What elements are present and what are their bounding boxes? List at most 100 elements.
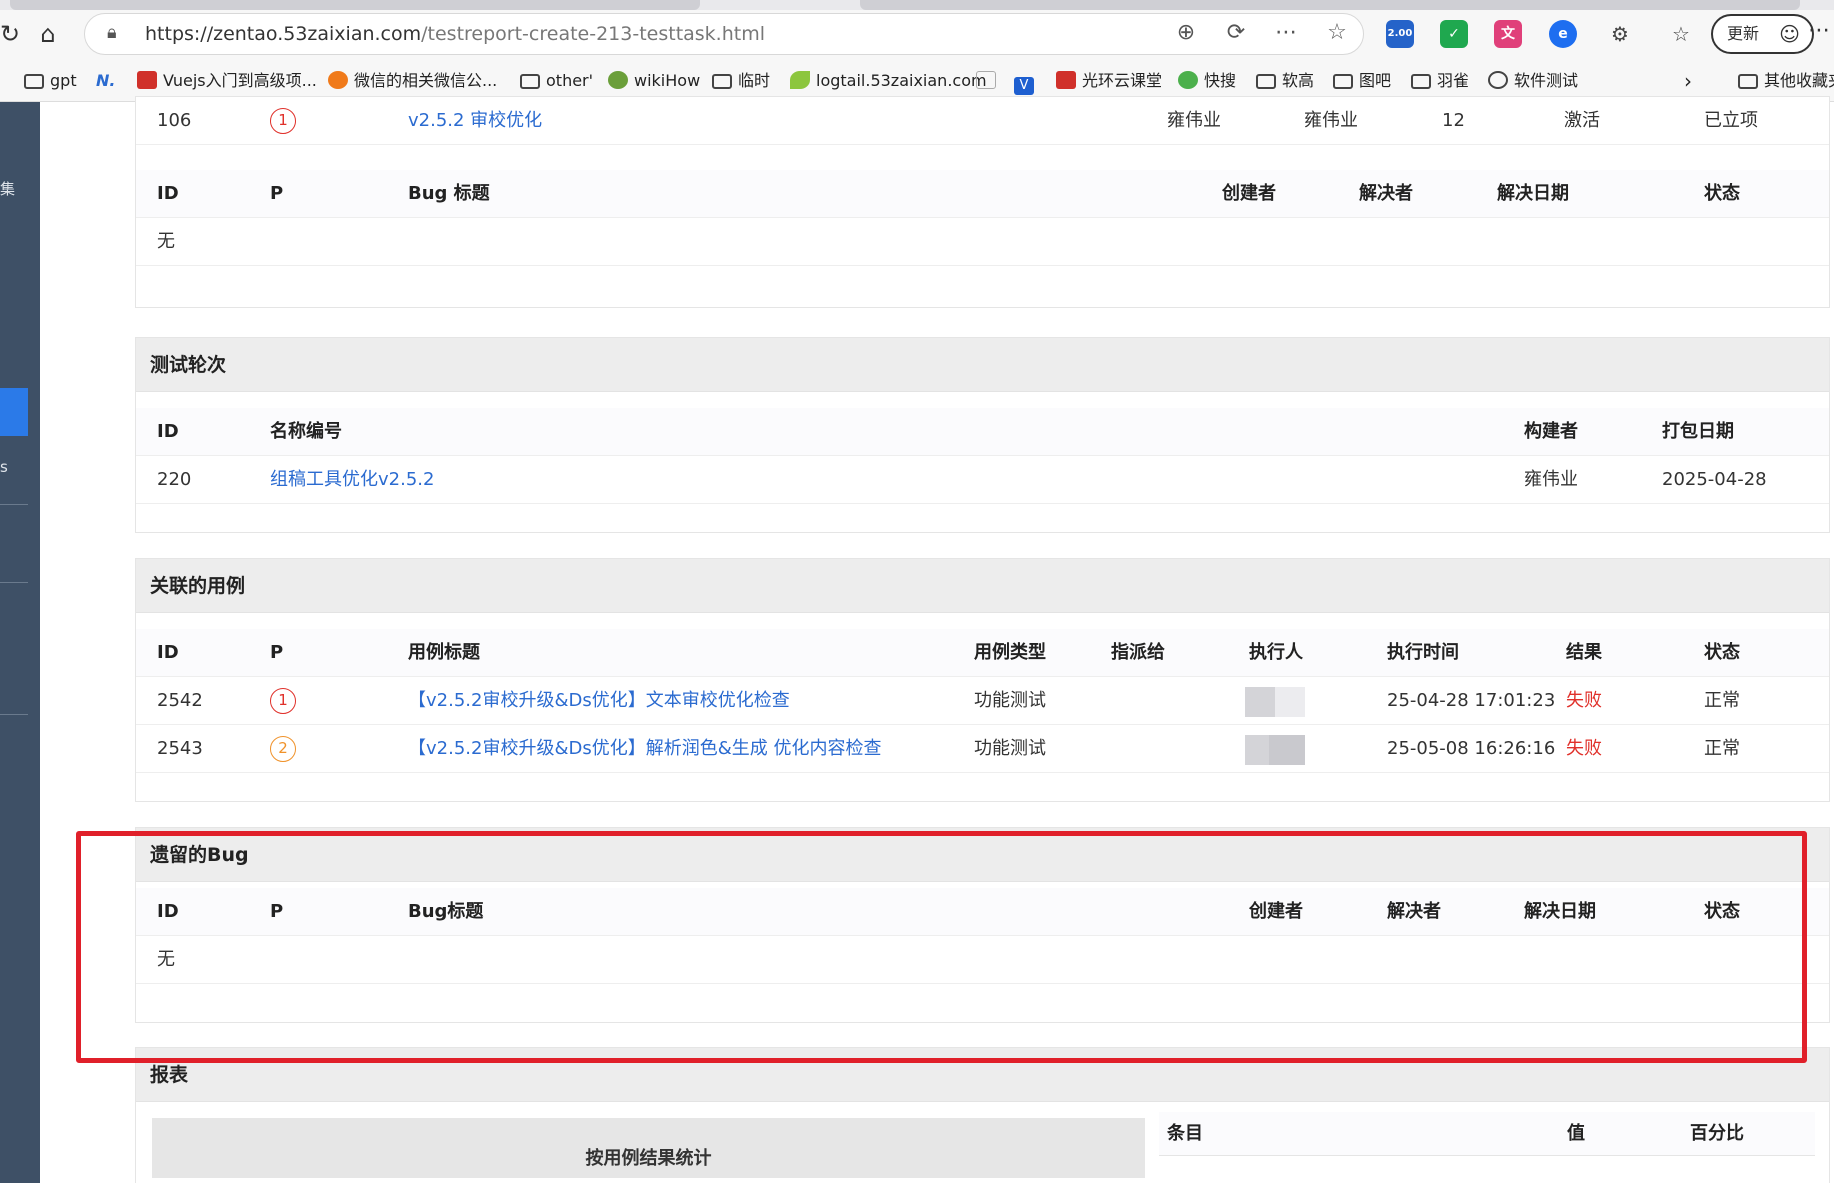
zoom-icon[interactable]: ⊕	[1172, 20, 1200, 45]
refresh-edge-icon[interactable]: ⟳	[1222, 20, 1250, 45]
build-title-link[interactable]: v2.5.2 审校优化	[408, 97, 542, 145]
table-header: ID P Bug 标题 创建者 解决者 解决日期 状态	[136, 170, 1829, 218]
priority-badge: 1	[270, 97, 296, 145]
bookmark-v[interactable]: V	[1014, 69, 1040, 95]
address-bar[interactable]: 🔒︎ https://zentao.53zaixian.com/testrepo…	[84, 13, 1364, 55]
empty-text: 无	[157, 231, 175, 252]
guanghuan-icon	[1056, 71, 1076, 89]
priority-badge: 1	[270, 677, 296, 725]
cell-builder: 雍伟业	[1524, 469, 1578, 490]
shield-extension-icon[interactable]: ✓	[1440, 20, 1468, 48]
cell-id: 2542	[157, 690, 203, 711]
cell-result: 失败	[1566, 738, 1602, 759]
panel-title: 关联的用例	[136, 559, 1829, 613]
reload-icon[interactable]: ↻	[0, 18, 26, 50]
priority-badge: 2	[270, 725, 296, 773]
cell-time: 25-04-28 17:01:23	[1387, 690, 1556, 711]
app-sidebar: 集 s	[0, 102, 40, 1183]
bookmark-vuejs[interactable]: Vuejs入门到高级项...	[137, 69, 317, 93]
browser-chrome: ↻ ⌂ 🔒︎ https://zentao.53zaixian.com/test…	[0, 0, 1834, 102]
extension-badge-icon[interactable]: 2.00	[1386, 20, 1414, 48]
sidebar-text: 集	[0, 180, 16, 198]
bookmark-other-favorites[interactable]: 其他收藏夹	[1738, 69, 1834, 93]
bookmark-kuaisou[interactable]: 快搜	[1178, 69, 1236, 93]
bookmark-nav-icon[interactable]: N.	[96, 69, 115, 93]
favorite-star-icon[interactable]: ☆	[1323, 20, 1351, 45]
sidebar-divider	[0, 714, 28, 715]
cell-status: 正常	[1704, 690, 1740, 711]
favorites-icon[interactable]: ☆	[1667, 20, 1695, 48]
bookmark-guanghuan[interactable]: 光环云课堂	[1056, 69, 1162, 93]
bookmark-wechat[interactable]: 微信的相关微信公...	[328, 69, 497, 93]
table-row: 2543 2 【v2.5.2审校升级&Ds优化】解析润色&生成 优化内容检查 功…	[136, 725, 1829, 773]
menu-ellipsis-icon[interactable]: ⋯	[1808, 18, 1830, 43]
bookmark-wikihow[interactable]: wikiHow	[608, 69, 700, 93]
bookmark-logtail[interactable]: logtail.53zaixian.com	[790, 69, 987, 93]
header-value: 值	[1567, 1123, 1585, 1144]
cell-type: 功能测试	[974, 690, 1046, 711]
table-header: 条目 值 百分比	[1159, 1112, 1815, 1156]
bookmark-gpt[interactable]: gpt	[24, 69, 77, 93]
header-build-date: 打包日期	[1662, 421, 1734, 442]
chart-caption: 按用例结果统计	[585, 1148, 712, 1169]
lock-icon[interactable]: 🔒︎	[107, 22, 117, 43]
cell-id: 2543	[157, 738, 203, 759]
folder-icon	[1256, 74, 1276, 89]
bookmark-other[interactable]: other'	[520, 69, 593, 93]
cell-count: 12	[1442, 110, 1465, 131]
table-row: 2542 1 【v2.5.2审校升级&Ds优化】文本审校优化检查 功能测试 25…	[136, 677, 1829, 725]
translate-extension-icon[interactable]: 文	[1494, 20, 1522, 48]
bookmark-pen[interactable]	[976, 69, 1002, 93]
v-icon: V	[1014, 77, 1034, 95]
header-exec-time: 执行时间	[1387, 642, 1459, 663]
header-assigned: 指派给	[1111, 642, 1165, 663]
extensions-puzzle-icon[interactable]: ⚙	[1606, 20, 1634, 48]
cell-id: 106	[157, 110, 192, 131]
sidebar-item-active[interactable]	[0, 388, 28, 436]
home-icon[interactable]: ⌂	[32, 18, 64, 50]
blue-extension-icon[interactable]: e	[1549, 20, 1577, 48]
round-name-link[interactable]: 组稿工具优化v2.5.2	[270, 456, 434, 504]
folder-icon	[1411, 74, 1431, 89]
related-cases-panel: 关联的用例 ID P 用例标题 用例类型 指派给 执行人 执行时间 结果 状态 …	[135, 558, 1830, 802]
cell-stage: 激活	[1564, 110, 1600, 131]
case-title-link[interactable]: 【v2.5.2审校升级&Ds优化】解析润色&生成 优化内容检查	[408, 725, 881, 773]
sidebar-divider	[0, 504, 28, 505]
update-button[interactable]: 更新 ☺	[1711, 14, 1814, 54]
cell-owner: 雍伟业	[1304, 110, 1358, 131]
cell-time: 25-05-08 16:26:16	[1387, 738, 1556, 759]
cell-date: 2025-04-28	[1662, 469, 1767, 490]
more-options-icon[interactable]: ⋯	[1272, 20, 1300, 45]
panel-title: 测试轮次	[136, 338, 1829, 392]
header-case-type: 用例类型	[974, 642, 1046, 663]
globe-icon	[1488, 71, 1508, 89]
bookmark-ruangao[interactable]: 软高	[1256, 69, 1314, 93]
tab-strip[interactable]	[0, 0, 1834, 10]
pen-icon	[976, 71, 996, 89]
bookmark-tuba[interactable]: 图吧	[1333, 69, 1391, 93]
blurred-executor	[1245, 735, 1305, 765]
header-executor: 执行人	[1249, 642, 1303, 663]
bookmarks-bar: gpt N. Vuejs入门到高级项... 微信的相关微信公... other'…	[0, 66, 1834, 95]
header-case-title: 用例标题	[408, 642, 480, 663]
cell-id: 220	[157, 469, 192, 490]
table-row: 106 1 v2.5.2 审校优化 雍伟业 雍伟业 12 激活 已立项	[136, 97, 1829, 145]
test-rounds-panel: 测试轮次 ID 名称编号 构建者 打包日期 220 组稿工具优化v2.5.2 雍…	[135, 337, 1830, 533]
header-id: ID	[157, 183, 179, 204]
pdf-icon	[137, 71, 157, 89]
blurred-executor	[1245, 687, 1305, 717]
empty-row: 无	[136, 218, 1829, 266]
report-table: 条目 值 百分比	[1159, 1112, 1815, 1156]
bookmark-linshi[interactable]: 临时	[712, 69, 770, 93]
url-path: /testreport-create-213-testtask.html	[421, 23, 766, 45]
case-title-link[interactable]: 【v2.5.2审校升级&Ds优化】文本审校优化检查	[408, 677, 790, 725]
cell-creator: 雍伟业	[1167, 110, 1221, 131]
bookmark-testing[interactable]: 软件测试	[1488, 69, 1578, 93]
header-id: ID	[157, 642, 179, 663]
bookmark-yuque[interactable]: 羽雀	[1411, 69, 1469, 93]
sidebar-text: s	[0, 458, 8, 476]
folder-icon	[24, 74, 44, 89]
header-item: 条目	[1167, 1123, 1203, 1144]
header-creator: 创建者	[1222, 183, 1276, 204]
bookmarks-overflow-icon[interactable]: ›	[1684, 69, 1692, 93]
